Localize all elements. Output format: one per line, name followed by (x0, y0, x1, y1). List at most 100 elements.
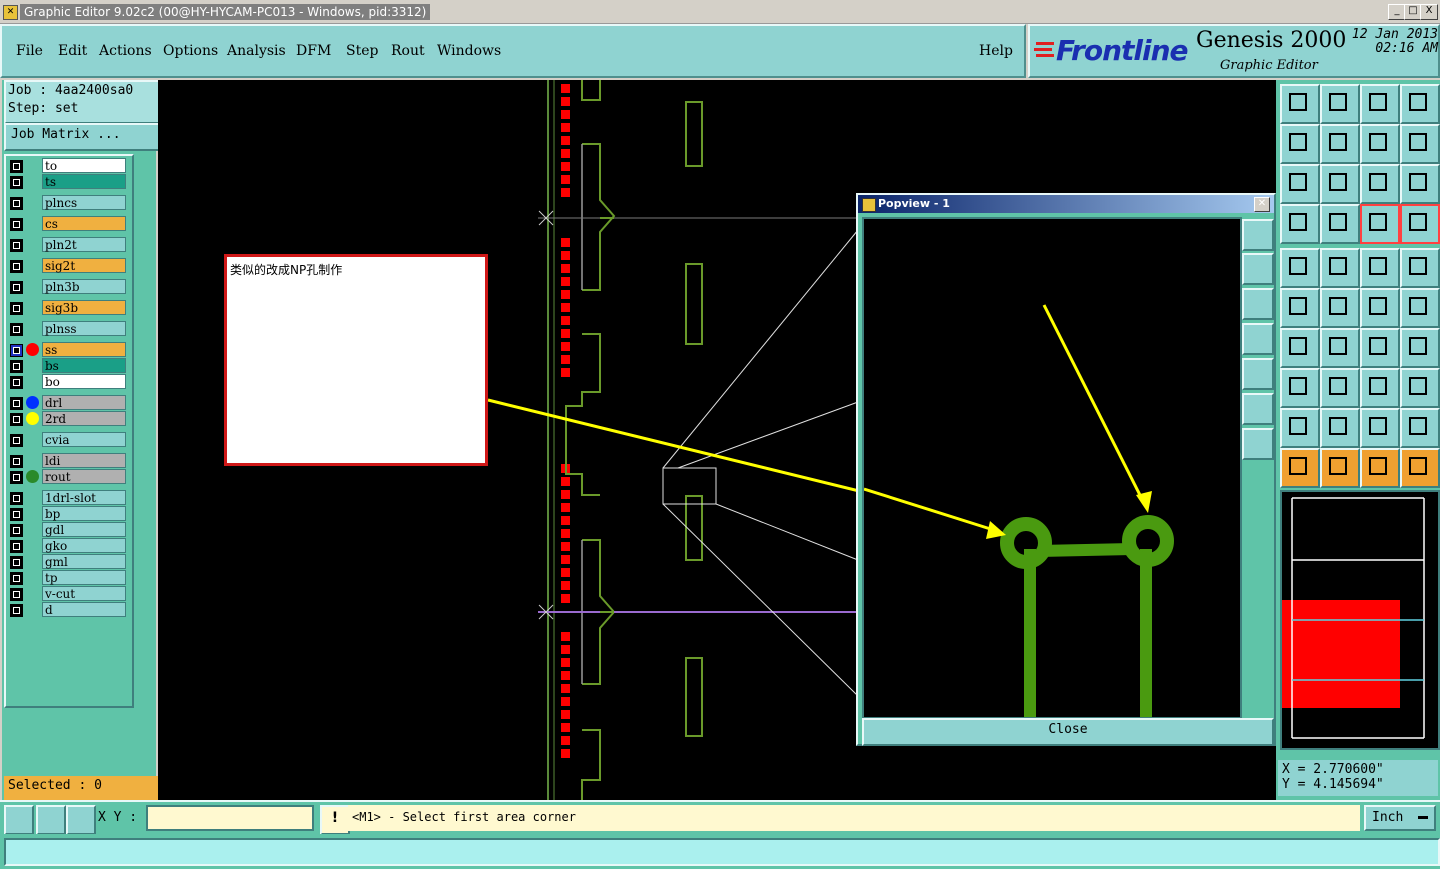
layer-name[interactable]: 1drl-slot (42, 490, 126, 505)
layer-red-icon-2[interactable] (1400, 204, 1440, 244)
resize-icon[interactable] (1280, 368, 1320, 408)
layer-row-sig3b[interactable]: sig3b (8, 300, 126, 315)
menu-file[interactable]: File (16, 43, 43, 59)
menu-edit[interactable]: Edit (58, 43, 87, 59)
layer-row-gko[interactable]: gko (8, 538, 126, 553)
layer-row-plncs[interactable]: plncs (8, 195, 126, 210)
popview-tool-2[interactable] (1242, 253, 1274, 285)
layer-row-gml[interactable]: gml (8, 554, 126, 569)
layer-checkbox[interactable] (10, 176, 23, 189)
layer-row-cs[interactable]: cs (8, 216, 126, 231)
popview-tool-3[interactable] (1242, 288, 1274, 320)
layer-row-ss[interactable]: ss (8, 342, 126, 357)
layer-row-1drl-slot[interactable]: 1drl-slot (8, 490, 126, 505)
layer-checkbox[interactable] (10, 524, 23, 537)
menu-analysis[interactable]: Analysis (227, 43, 286, 59)
popview-close-x-button[interactable]: ✕ (1254, 197, 1270, 212)
layer-name[interactable]: cvia (42, 432, 126, 447)
layer-row-plnss[interactable]: plnss (8, 321, 126, 336)
layer-name[interactable]: bs (42, 358, 126, 373)
layer-row-ts[interactable]: ts (8, 174, 126, 189)
delete-icon[interactable] (1320, 288, 1360, 328)
a-icon[interactable] (1320, 408, 1360, 448)
menu-windows[interactable]: Windows (437, 43, 501, 59)
popview-tool-5[interactable] (1242, 358, 1274, 390)
layer-row-bo[interactable]: bo (8, 374, 126, 389)
layer-row-bs[interactable]: bs (8, 358, 126, 373)
layer-name[interactable]: ts (42, 174, 126, 189)
popview-tool-1[interactable] (1242, 219, 1274, 251)
slope-icon[interactable] (1320, 328, 1360, 368)
layer-name[interactable]: tp (42, 570, 126, 585)
pointer-icon[interactable] (1280, 448, 1320, 488)
layer-checkbox[interactable] (10, 413, 23, 426)
scale-icon[interactable] (1360, 164, 1400, 204)
menu-actions[interactable]: Actions (99, 43, 152, 59)
layer-checkbox[interactable] (10, 540, 23, 553)
a-up-icon[interactable] (1360, 408, 1400, 448)
layer-checkbox[interactable] (10, 323, 23, 336)
layer-checkbox[interactable] (10, 360, 23, 373)
layer-checkbox[interactable] (10, 344, 23, 357)
pad-icon[interactable] (1280, 248, 1320, 288)
layer-row-pln3b[interactable]: pln3b (8, 279, 126, 294)
connect-icon[interactable] (1280, 288, 1320, 328)
xy-input[interactable] (146, 805, 314, 831)
layer-checkbox[interactable] (10, 239, 23, 252)
layer-row-to[interactable]: to (8, 158, 126, 173)
layer-name[interactable]: pln3b (42, 279, 126, 294)
layer-checkbox[interactable] (10, 160, 23, 173)
layer-name[interactable]: sig2t (42, 258, 126, 273)
layer-checkbox[interactable] (10, 604, 23, 617)
redo-icon[interactable] (1320, 124, 1360, 164)
layer-checkbox[interactable] (10, 455, 23, 468)
layer-name[interactable]: pln2t (42, 237, 126, 252)
layer-name[interactable]: plnss (42, 321, 126, 336)
pointer-circle-icon[interactable] (1360, 448, 1400, 488)
layer-checkbox[interactable] (10, 572, 23, 585)
popview-tool-4[interactable] (1242, 323, 1274, 355)
menu-step[interactable]: Step (346, 43, 378, 59)
layer-row-tp[interactable]: tp (8, 570, 126, 585)
layer-checkbox[interactable] (10, 281, 23, 294)
triangle-icon[interactable] (1280, 408, 1320, 448)
home-icon[interactable] (1360, 84, 1400, 124)
close-button[interactable]: X (1420, 4, 1438, 20)
layer-name[interactable]: drl (42, 395, 126, 410)
layer-row-pln2t[interactable]: pln2t (8, 237, 126, 252)
layer-name[interactable]: sig3b (42, 300, 126, 315)
layer-checkbox[interactable] (10, 218, 23, 231)
menu-help[interactable]: Help (979, 43, 1013, 59)
layer-name[interactable]: ss (42, 342, 126, 357)
ruler-icon[interactable] (1360, 248, 1400, 288)
help-icon[interactable] (1400, 164, 1440, 204)
grid-icon[interactable] (1320, 204, 1360, 244)
overview-map[interactable] (1280, 490, 1440, 750)
layer-name[interactable]: rout (42, 469, 126, 484)
arc-icon[interactable] (1360, 328, 1400, 368)
layer-row-cvia[interactable]: cvia (8, 432, 126, 447)
mirror-icon[interactable] (1400, 328, 1440, 368)
select-icon[interactable] (1280, 204, 1320, 244)
layer-checkbox[interactable] (10, 556, 23, 569)
annotation-note[interactable]: 类似的改成NP孔制作 (224, 254, 488, 466)
popview-title-bar[interactable]: Popview - 1 ✕ (858, 195, 1274, 213)
shape-icon[interactable] (1400, 368, 1440, 408)
layer-name[interactable]: d (42, 602, 126, 617)
angle-icon[interactable] (1280, 328, 1320, 368)
layer-row-v-cut[interactable]: v-cut (8, 586, 126, 601)
layer-name[interactable]: to (42, 158, 126, 173)
layer-checkbox[interactable] (10, 492, 23, 505)
popview-canvas[interactable] (862, 217, 1242, 719)
layer-checkbox[interactable] (10, 302, 23, 315)
popview-window[interactable]: Popview - 1 ✕ Close (856, 193, 1276, 746)
rotate-icon[interactable] (1360, 124, 1400, 164)
layer-checkbox[interactable] (10, 197, 23, 210)
menu-options[interactable]: Options (163, 43, 218, 59)
layer-name[interactable]: gml (42, 554, 126, 569)
pointer-box-icon[interactable] (1320, 448, 1360, 488)
layer-name[interactable]: ldi (42, 453, 126, 468)
open-icon[interactable] (1280, 84, 1320, 124)
popview-tool-6[interactable] (1242, 393, 1274, 425)
units-select[interactable]: Inch (1364, 805, 1436, 831)
